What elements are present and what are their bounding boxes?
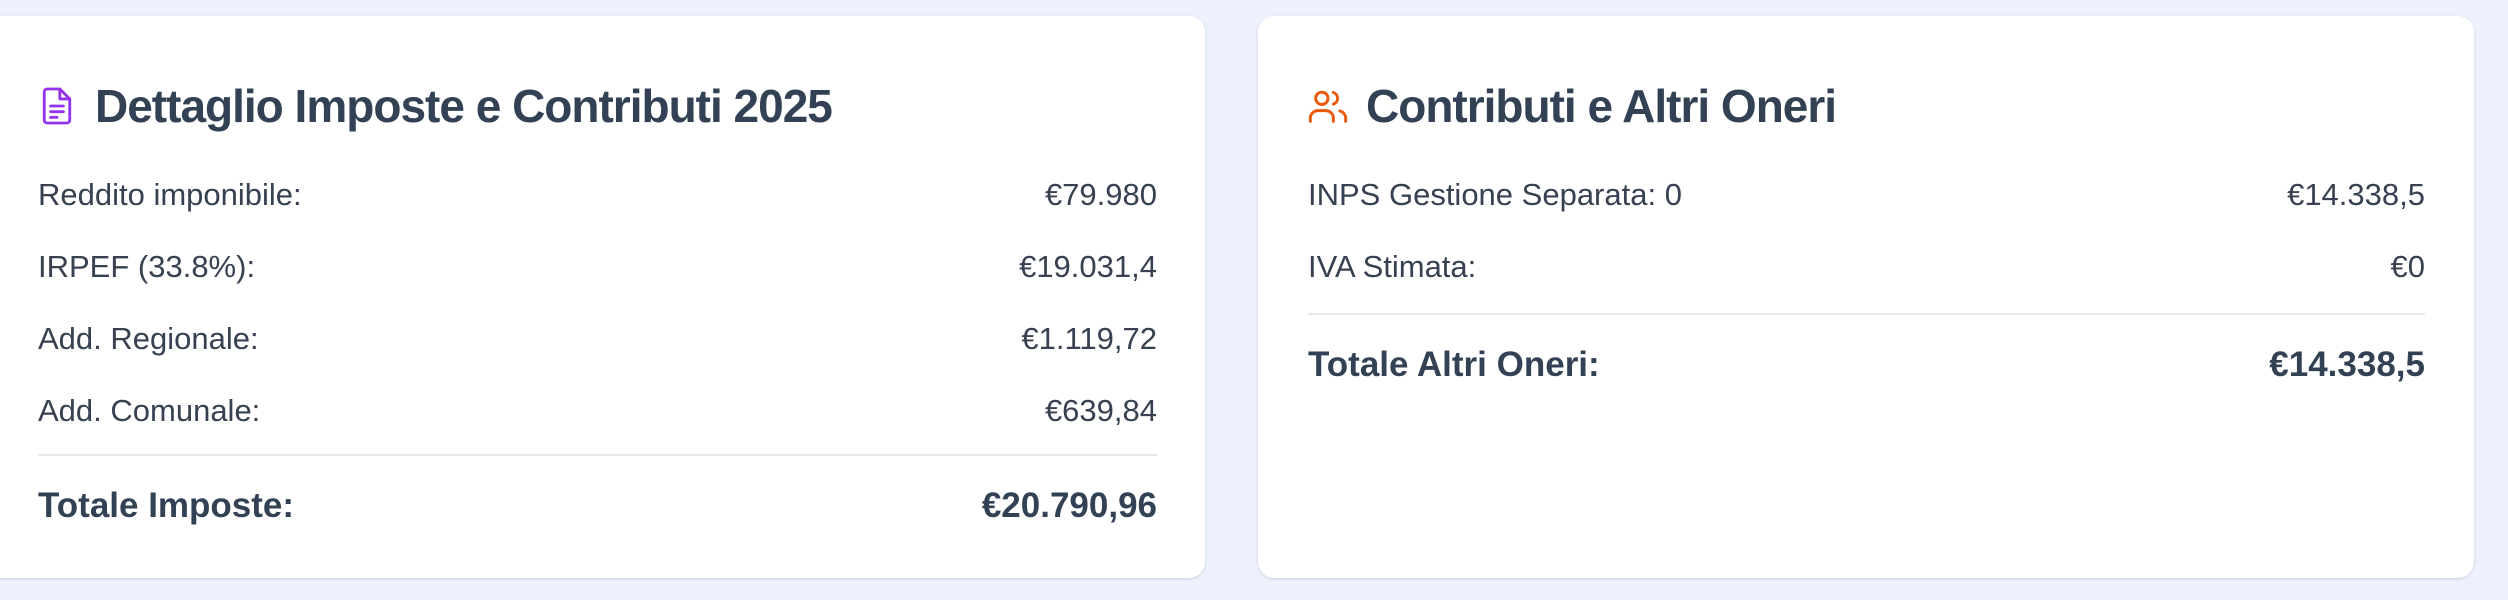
total-label: Totale Altri Oneri: (1308, 345, 1600, 384)
contributions-card-header: Contributi e Altri Oneri (1308, 76, 1837, 136)
row-label: Add. Comunale: (38, 393, 261, 428)
row-label: INPS Gestione Separata: 0 (1308, 177, 1682, 212)
row-label: Reddito imponibile: (38, 177, 302, 212)
total-value: €14.338,5 (2269, 345, 2425, 384)
row-label: IRPEF (33.8%): (38, 249, 256, 284)
row-value: €1.119,72 (1021, 321, 1157, 356)
row-value: €639,84 (1044, 393, 1157, 428)
contributions-card: Contributi e Altri Oneri INPS Gestione S… (1258, 16, 2474, 578)
row-label: IVA Stimata: (1308, 249, 1477, 284)
row-irpef: IRPEF (33.8%): €19.031,4 (38, 243, 1157, 291)
total-value: €20.790,96 (981, 486, 1157, 525)
divider (1308, 313, 2425, 315)
total-label: Totale Imposte: (38, 486, 295, 525)
users-icon (1308, 86, 1348, 126)
contributions-card-title: Contributi e Altri Oneri (1366, 80, 1837, 132)
row-value: €14.338,5 (2287, 177, 2425, 212)
row-value: €0 (2390, 249, 2425, 284)
row-vat: IVA Stimata: €0 (1308, 243, 2425, 291)
row-regional-surcharge: Add. Regionale: €1.119,72 (38, 315, 1157, 363)
row-value: €79.980 (1044, 177, 1157, 212)
total-taxes-row: Totale Imposte: €20.790,96 (38, 478, 1157, 534)
taxes-list: Reddito imponibile: €79.980 IRPEF (33.8%… (38, 171, 1157, 534)
taxes-card: Dettaglio Imposte e Contributi 2025 Redd… (0, 16, 1205, 578)
row-value: €19.031,4 (1019, 249, 1157, 284)
total-other-charges-row: Totale Altri Oneri: €14.338,5 (1308, 337, 2425, 393)
divider (38, 454, 1157, 456)
row-municipal-surcharge: Add. Comunale: €639,84 (38, 387, 1157, 435)
contributions-list: INPS Gestione Separata: 0 €14.338,5 IVA … (1308, 171, 2425, 393)
row-label: Add. Regionale: (38, 321, 259, 356)
page: Dettaglio Imposte e Contributi 2025 Redd… (0, 0, 2508, 600)
taxes-card-header: Dettaglio Imposte e Contributi 2025 (37, 76, 833, 136)
taxes-card-title: Dettaglio Imposte e Contributi 2025 (95, 80, 833, 132)
row-inps: INPS Gestione Separata: 0 €14.338,5 (1308, 171, 2425, 219)
document-icon (37, 86, 77, 126)
row-taxable-income: Reddito imponibile: €79.980 (38, 171, 1157, 219)
